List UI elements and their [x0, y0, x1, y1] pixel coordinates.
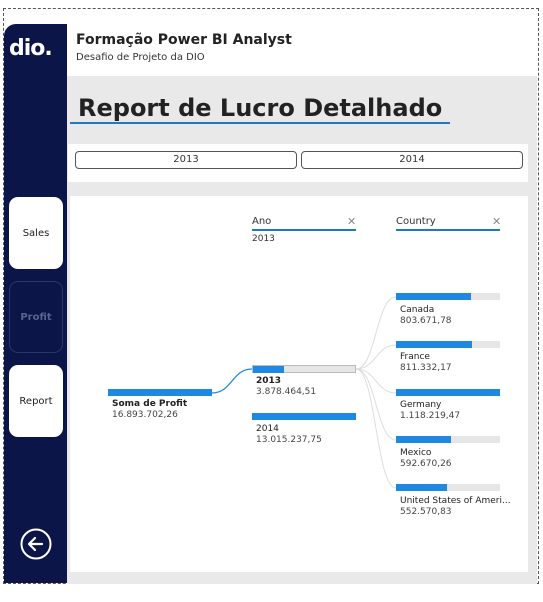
app-subtitle: Desafio de Projeto da DIO — [76, 52, 205, 63]
country-node-germany-fill — [396, 389, 500, 396]
root-node-label: Soma de Profit — [112, 399, 188, 409]
country-node-france-value: 811.332,17 — [400, 363, 452, 373]
dio-logo: dio. — [9, 36, 53, 61]
nav-button-report[interactable]: Report — [9, 365, 63, 437]
country-node-germany-value: 1.118.219,47 — [400, 411, 461, 421]
country-node-usa-label: United States of Ameri... — [400, 496, 511, 506]
level-header-country: Country — [396, 216, 436, 227]
app-title: Formação Power BI Analyst — [76, 32, 292, 48]
decomposition-tree-panel — [70, 196, 528, 572]
country-node-canada-bar[interactable] — [396, 293, 500, 300]
country-node-france-label: France — [400, 352, 430, 362]
year-slicer-2013[interactable]: 2013 — [75, 151, 297, 169]
root-node-value: 16.893.702,26 — [112, 410, 178, 420]
country-node-canada-fill — [396, 293, 471, 300]
level-country-close-icon[interactable]: ✕ — [492, 215, 501, 228]
year-node-2014-label: 2014 — [256, 424, 279, 434]
country-node-canada-value: 803.671,78 — [400, 316, 452, 326]
level-country-underline — [396, 229, 500, 231]
level-ano-selected: 2013 — [252, 234, 275, 244]
level-ano-close-icon[interactable]: ✕ — [347, 215, 356, 228]
country-node-germany-label: Germany — [400, 400, 442, 410]
country-node-germany-bar[interactable] — [396, 389, 500, 396]
country-node-canada-label: Canada — [400, 305, 435, 315]
year-node-2014-value: 13.015.237,75 — [256, 435, 322, 445]
nav-label-profit: Profit — [20, 311, 52, 323]
country-node-mexico-bar[interactable] — [396, 436, 500, 443]
country-node-france-fill — [396, 341, 472, 348]
nav-label-sales: Sales — [22, 227, 50, 239]
report-title: Report de Lucro Detalhado — [78, 94, 443, 122]
country-node-usa-fill — [396, 484, 447, 491]
level-ano-underline — [252, 229, 356, 231]
country-node-france-bar[interactable] — [396, 341, 500, 348]
nav-label-report: Report — [19, 395, 53, 407]
year-node-2013-fill — [253, 366, 284, 373]
country-node-usa-bar[interactable] — [396, 484, 500, 491]
nav-button-sales[interactable]: Sales — [9, 197, 63, 269]
year-node-2013-label: 2013 — [256, 376, 282, 386]
year-node-2014-fill — [252, 413, 356, 420]
year-slicer-2014[interactable]: 2014 — [301, 151, 523, 169]
title-underline — [70, 122, 450, 124]
back-arrow-icon[interactable] — [20, 528, 52, 560]
level-header-ano: Ano — [252, 216, 272, 227]
country-node-mexico-label: Mexico — [400, 448, 432, 458]
country-node-mexico-value: 592.670,26 — [400, 459, 452, 469]
country-node-mexico-fill — [396, 436, 452, 443]
year-node-2014-bar[interactable] — [252, 413, 356, 420]
year-node-2013-bar[interactable] — [252, 365, 356, 373]
nav-button-profit[interactable]: Profit — [9, 281, 63, 353]
root-node-bar[interactable] — [108, 389, 212, 396]
country-node-usa-value: 552.570,83 — [400, 507, 452, 517]
year-node-2013-value: 3.878.464,51 — [256, 387, 317, 397]
